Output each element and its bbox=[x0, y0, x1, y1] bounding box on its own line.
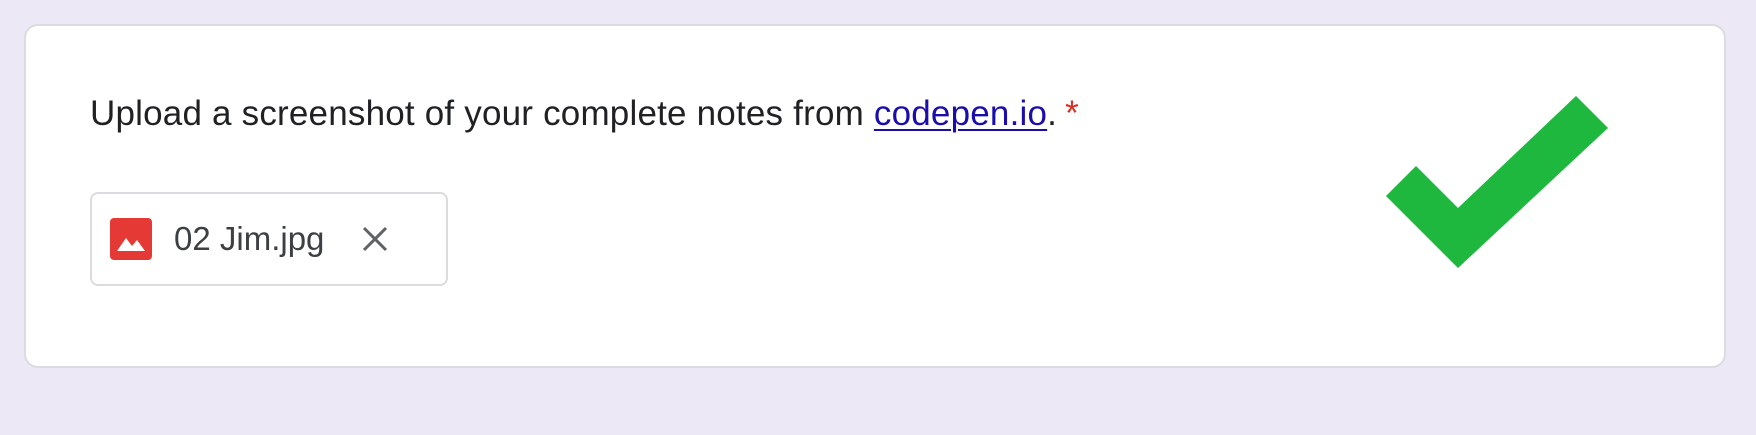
codepen-link[interactable]: codepen.io bbox=[874, 94, 1047, 133]
checkmark-icon bbox=[1386, 96, 1608, 268]
file-name: 02 Jim.jpg bbox=[174, 220, 325, 257]
required-marker: * bbox=[1065, 94, 1079, 133]
image-file-icon bbox=[110, 218, 152, 260]
question-text-end: . bbox=[1047, 94, 1058, 133]
uploaded-file-chip[interactable]: 02 Jim.jpg bbox=[90, 192, 448, 286]
close-icon[interactable] bbox=[361, 225, 389, 253]
question-text: Upload a screenshot of your complete not… bbox=[90, 94, 874, 133]
remove-file-button[interactable] bbox=[358, 222, 392, 256]
question-title: Upload a screenshot of your complete not… bbox=[90, 94, 1079, 134]
